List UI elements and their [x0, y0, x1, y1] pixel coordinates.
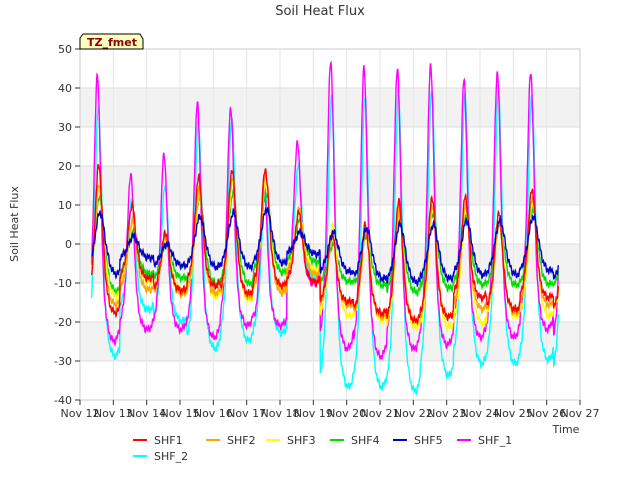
- legend-label: SHF1: [154, 434, 183, 447]
- y-tick-label: -30: [54, 355, 72, 368]
- legend-label: SHF3: [287, 434, 316, 447]
- legend-label: SHF2: [227, 434, 256, 447]
- x-axis-label: Time: [552, 423, 580, 436]
- x-axis-ticks: Nov 12Nov 13Nov 14Nov 15Nov 16Nov 17Nov …: [61, 400, 600, 420]
- y-axis-label: Soil Heat Flux: [8, 186, 21, 262]
- y-tick-label: 10: [58, 199, 72, 212]
- y-tick-label: 40: [58, 82, 72, 95]
- legend-label: SHF5: [414, 434, 443, 447]
- y-tick-label: -40: [54, 394, 72, 407]
- y-axis-ticks: -40 -30 -20 -10 0 10 20 30 40 50: [54, 43, 80, 407]
- plot-background-bands: [80, 49, 580, 400]
- x-tick-label: Nov 27: [561, 407, 600, 420]
- legend: SHF1 SHF2 SHF3 SHF4 SHF5 SHF_1 SHF_2: [133, 434, 512, 463]
- y-tick-label: -20: [54, 316, 72, 329]
- station-label-box: TZ_fmet: [79, 33, 144, 50]
- y-tick-label: 20: [58, 160, 72, 173]
- y-tick-label: -10: [54, 277, 72, 290]
- y-tick-label: 0: [65, 238, 72, 251]
- y-tick-label: 30: [58, 121, 72, 134]
- legend-label: SHF_2: [154, 450, 188, 463]
- legend-label: SHF_1: [478, 434, 512, 447]
- background-band: [80, 166, 580, 205]
- background-band: [80, 322, 580, 361]
- background-band: [80, 361, 580, 400]
- station-label: TZ_fmet: [87, 36, 137, 49]
- soil-heat-flux-chart: -40 -30 -20 -10 0 10 20 30 40 50 Nov 12Nov 13Nov …: [8, 4, 600, 463]
- chart-title: Soil Heat Flux: [275, 4, 365, 19]
- y-tick-label: 50: [58, 43, 72, 56]
- legend-label: SHF4: [351, 434, 380, 447]
